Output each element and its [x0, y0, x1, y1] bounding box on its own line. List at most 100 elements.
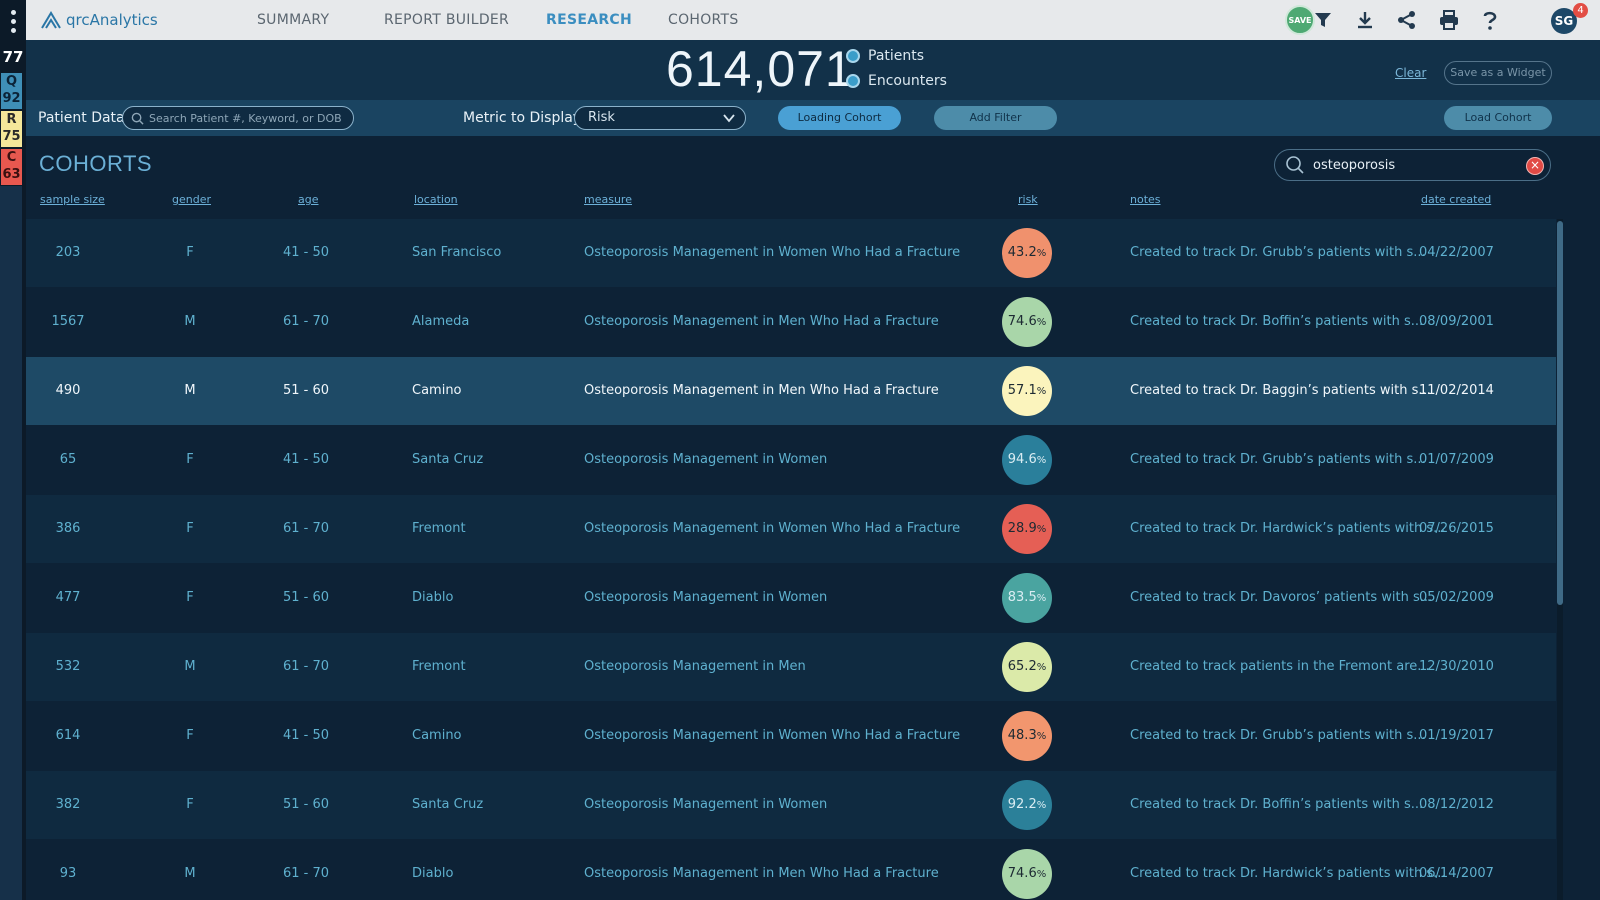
- loading-cohort-button[interactable]: Loading Cohort: [778, 106, 901, 130]
- table-row[interactable]: 382 F 51 - 60 Santa Cruz Osteoporosis Ma…: [26, 771, 1556, 839]
- risk-unit: %: [1036, 317, 1047, 328]
- cell-gender: M: [184, 866, 196, 881]
- risk-value: 83.5: [1007, 590, 1037, 605]
- clear-search-icon[interactable]: ×: [1526, 157, 1544, 175]
- cell-notes: Created to track Dr. Davoros’ patients w…: [1130, 590, 1433, 605]
- tab-summary[interactable]: SUMMARY: [257, 12, 329, 28]
- cell-notes: Created to track Dr. Hardwick’s patients…: [1130, 866, 1446, 881]
- cell-age: 41 - 50: [282, 728, 330, 743]
- table-row[interactable]: 65 F 41 - 50 Santa Cruz Osteoporosis Man…: [26, 426, 1556, 494]
- metric-r[interactable]: R 75: [1, 111, 22, 147]
- left-rail: 77 Q 92 R 75 C 63: [0, 0, 26, 900]
- radio-encounters[interactable]: Encounters: [846, 73, 947, 89]
- risk-badge: 83.5%: [1002, 573, 1052, 623]
- cell-notes: Created to track Dr. Boffin’s patients w…: [1130, 797, 1424, 812]
- scrollbar-thumb[interactable]: [1557, 221, 1563, 605]
- cell-date-created: 01/19/2017: [1419, 728, 1494, 743]
- metric-select[interactable]: Risk: [574, 106, 746, 130]
- table-row[interactable]: 1567 M 61 - 70 Alameda Osteoporosis Mana…: [26, 288, 1556, 356]
- add-filter-button[interactable]: Add Filter: [934, 106, 1057, 130]
- cell-date-created: 04/22/2007: [1419, 245, 1494, 260]
- col-header-notes[interactable]: notes: [1130, 193, 1161, 206]
- cell-gender: M: [184, 659, 196, 674]
- risk-unit: %: [1036, 248, 1047, 259]
- cell-gender: F: [186, 590, 194, 605]
- cell-sample-size: 203: [55, 245, 81, 260]
- risk-value: 48.3: [1007, 728, 1037, 743]
- filter-icon[interactable]: [1312, 9, 1334, 31]
- logo-icon: [41, 11, 61, 29]
- notification-badge: 4: [1573, 3, 1588, 18]
- cell-location: San Francisco: [412, 245, 502, 260]
- kebab-menu-icon[interactable]: [0, 6, 26, 40]
- share-icon[interactable]: [1396, 9, 1418, 31]
- cell-measure: Osteoporosis Management in Women: [584, 590, 828, 605]
- col-header-gender[interactable]: gender: [172, 193, 211, 206]
- tab-cohorts[interactable]: COHORTS: [668, 12, 739, 28]
- metric-letter: Q: [5, 74, 18, 89]
- cell-notes: Created to track Dr. Grubb’s patients wi…: [1130, 728, 1426, 743]
- table-row[interactable]: 386 F 61 - 70 Fremont Osteoporosis Manag…: [26, 495, 1556, 563]
- cell-sample-size: 490: [55, 383, 81, 398]
- risk-value: 94.6: [1007, 452, 1037, 467]
- cohort-search[interactable]: ×: [1274, 149, 1551, 181]
- cell-location: Santa Cruz: [412, 452, 484, 467]
- radio-dot-icon: [846, 74, 860, 88]
- risk-unit: %: [1036, 593, 1047, 604]
- cell-notes: Created to track Dr. Hardwick’s patients…: [1130, 521, 1446, 536]
- col-header-measure[interactable]: measure: [584, 193, 632, 206]
- tab-research[interactable]: RESEARCH: [546, 12, 632, 28]
- risk-unit: %: [1036, 386, 1047, 397]
- col-header-risk[interactable]: risk: [1018, 193, 1038, 206]
- clear-link[interactable]: Clear: [1395, 66, 1426, 80]
- table-row[interactable]: 93 M 61 - 70 Diablo Osteoporosis Managem…: [26, 840, 1556, 900]
- save-icon[interactable]: SAVE: [1285, 5, 1315, 35]
- patient-search-input[interactable]: [149, 111, 349, 125]
- col-header-age[interactable]: age: [298, 193, 319, 206]
- save-as-widget-button[interactable]: Save as a Widget: [1444, 61, 1552, 85]
- help-icon[interactable]: [1479, 9, 1501, 31]
- cell-date-created: 06/14/2007: [1419, 866, 1494, 881]
- metric-c[interactable]: C 63: [1, 149, 22, 185]
- cell-location: Camino: [412, 728, 462, 743]
- patient-data-label: Patient Data: [38, 110, 125, 126]
- table-row[interactable]: 203 F 41 - 50 San Francisco Osteoporosis…: [26, 219, 1556, 287]
- metric-to-display-label: Metric to Display: [463, 110, 582, 126]
- cell-sample-size: 382: [55, 797, 81, 812]
- col-header-date-created[interactable]: date created: [1421, 193, 1491, 206]
- filter-bar: Patient Data Metric to Display Risk Load…: [26, 100, 1600, 136]
- tab-report-builder[interactable]: REPORT BUILDER: [384, 12, 509, 28]
- cell-gender: M: [184, 383, 196, 398]
- cell-sample-size: 532: [55, 659, 81, 674]
- cell-measure: Osteoporosis Management in Women: [584, 452, 828, 467]
- table-row[interactable]: 477 F 51 - 60 Diablo Osteoporosis Manage…: [26, 564, 1556, 632]
- cell-date-created: 12/30/2010: [1419, 659, 1494, 674]
- print-icon[interactable]: [1438, 9, 1460, 31]
- metric-letter: C: [6, 150, 17, 165]
- record-count: 614,071: [666, 41, 854, 97]
- page-title: COHORTS: [39, 151, 153, 176]
- radio-patients[interactable]: Patients: [846, 48, 924, 64]
- app-logo[interactable]: qrcAnalytics: [40, 9, 158, 31]
- risk-unit: %: [1036, 869, 1047, 880]
- metric-q[interactable]: Q 92: [1, 73, 22, 109]
- col-header-location[interactable]: location: [414, 193, 458, 206]
- cell-age: 41 - 50: [282, 452, 330, 467]
- patient-search[interactable]: [122, 106, 354, 130]
- cell-sample-size: 65: [59, 452, 77, 467]
- table-row[interactable]: 614 F 41 - 50 Camino Osteoporosis Manage…: [26, 702, 1556, 770]
- risk-badge: 57.1%: [1002, 366, 1052, 416]
- metric-select-value: Risk: [588, 110, 615, 125]
- cell-sample-size: 614: [55, 728, 81, 743]
- cohort-search-input[interactable]: [1313, 157, 1523, 173]
- load-cohort-button[interactable]: Load Cohort: [1444, 106, 1552, 130]
- risk-unit: %: [1036, 662, 1047, 673]
- download-icon[interactable]: [1354, 9, 1376, 31]
- col-header-sample-size[interactable]: sample size: [40, 193, 105, 206]
- cell-measure: Osteoporosis Management in Men Who Had a…: [584, 383, 939, 398]
- table-row[interactable]: 490 M 51 - 60 Camino Osteoporosis Manage…: [26, 357, 1556, 425]
- cell-measure: Osteoporosis Management in Women Who Had…: [584, 245, 961, 260]
- table-row[interactable]: 532 M 61 - 70 Fremont Osteoporosis Manag…: [26, 633, 1556, 701]
- cell-gender: M: [184, 314, 196, 329]
- cell-location: Alameda: [412, 314, 470, 329]
